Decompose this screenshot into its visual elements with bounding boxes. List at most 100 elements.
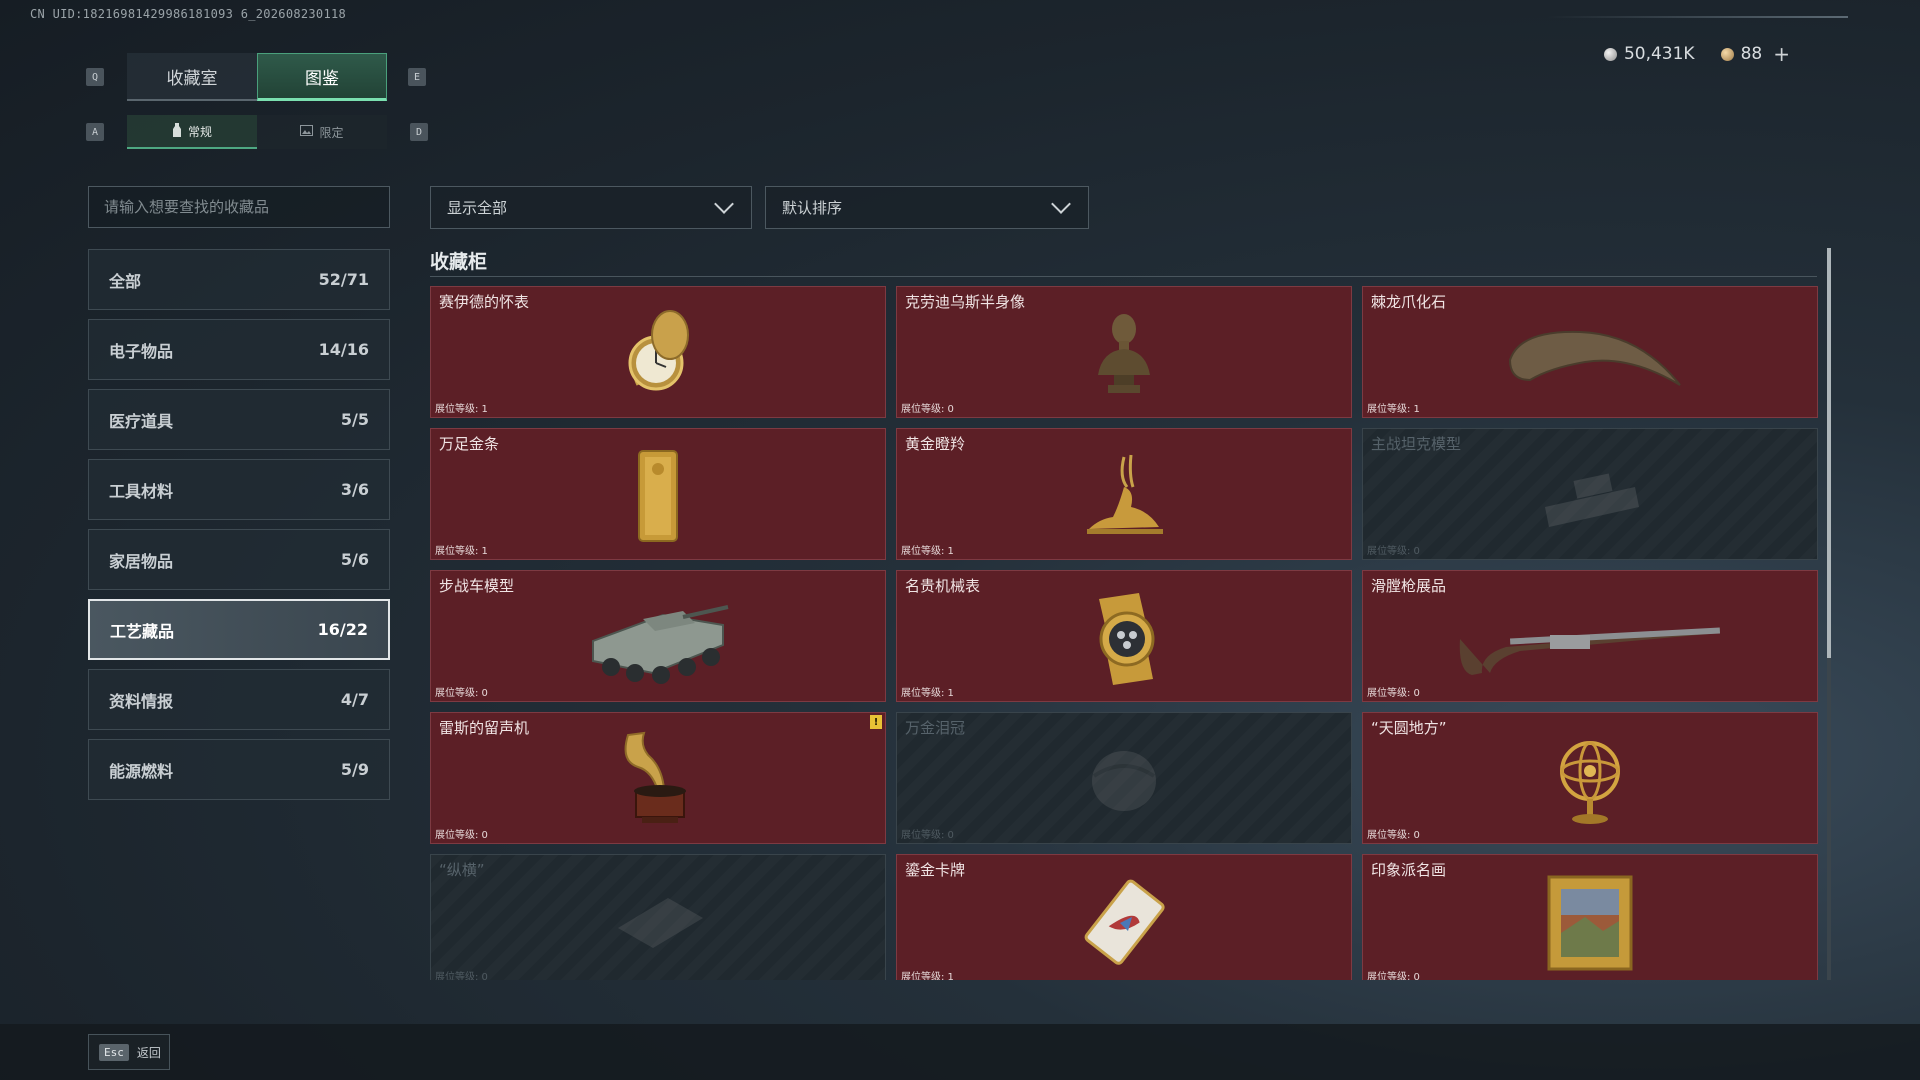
collection-card[interactable]: 步战车模型 展位等级: 0 <box>430 570 886 702</box>
search-input[interactable] <box>104 198 374 216</box>
collection-card[interactable]: “天圆地方” 展位等级: 0 <box>1362 712 1818 844</box>
collection-card[interactable]: 赛伊德的怀表 展位等级: 1 <box>430 286 886 418</box>
category-intel[interactable]: 资料情报 4/7 <box>88 669 390 730</box>
category-label: 能源燃料 <box>109 761 174 781</box>
sub-tabs: 常规 限定 <box>127 115 387 149</box>
subtab-limited[interactable]: 限定 <box>257 115 387 149</box>
collection-card[interactable]: 黄金瞪羚 展位等级: 1 <box>896 428 1352 560</box>
category-electronics[interactable]: 电子物品 14/16 <box>88 319 390 380</box>
collection-card[interactable]: 雷斯的留声机 ! 展位等级: 0 <box>430 712 886 844</box>
item-name: 名贵机械表 <box>905 577 981 595</box>
user-uid: CN UID:18216981429986181093 6_2026082301… <box>30 7 347 21</box>
item-level: 展位等级: 1 <box>1367 404 1420 415</box>
back-button[interactable]: Esc 返回 <box>88 1034 170 1070</box>
category-count: 4/7 <box>340 690 369 709</box>
collection-card[interactable]: 名贵机械表 展位等级: 1 <box>896 570 1352 702</box>
category-crafts[interactable]: 工艺藏品 16/22 <box>88 599 390 660</box>
bust-icon <box>1084 305 1164 409</box>
tab-collection-room[interactable]: 收藏室 <box>127 53 257 101</box>
key-hint-q[interactable]: Q <box>86 68 104 86</box>
key-hint-e[interactable]: E <box>408 68 426 86</box>
item-level: 展位等级: 0 <box>435 972 488 980</box>
category-fuel[interactable]: 能源燃料 5/9 <box>88 739 390 800</box>
item-name: 滑膛枪展品 <box>1371 577 1447 595</box>
tank-icon <box>1535 457 1645 541</box>
filter-dropdown[interactable]: 显示全部 <box>430 186 752 229</box>
bottom-bar <box>0 1024 1920 1080</box>
collection-card[interactable]: 主战坦克模型 展位等级: 0 <box>1362 428 1818 560</box>
category-count: 3/6 <box>340 480 369 499</box>
collection-card[interactable]: 印象派名画 展位等级: 0 <box>1362 854 1818 980</box>
armillary-icon <box>1545 731 1635 835</box>
item-name: 万足金条 <box>439 435 500 453</box>
scrollbar[interactable] <box>1827 248 1831 980</box>
image-icon <box>300 125 314 139</box>
subtab-regular-label: 常规 <box>187 124 212 139</box>
scrollbar-thumb[interactable] <box>1827 248 1831 658</box>
item-level: 展位等级: 1 <box>435 404 488 415</box>
category-label: 医疗道具 <box>109 411 174 431</box>
category-label: 工具材料 <box>109 481 174 501</box>
collection-card[interactable]: 万足金条 展位等级: 1 <box>430 428 886 560</box>
category-medical[interactable]: 医疗道具 5/5 <box>88 389 390 450</box>
bottle-icon <box>172 122 182 140</box>
category-list: 全部 52/71 电子物品 14/16 医疗道具 5/5 工具材料 3/6 家居… <box>88 249 390 809</box>
collection-card[interactable]: 鎏金卡牌 展位等级: 1 <box>896 854 1352 980</box>
sort-dropdown[interactable]: 默认排序 <box>765 186 1089 229</box>
item-level: 展位等级: 1 <box>901 546 954 557</box>
item-level: 展位等级: 0 <box>1367 688 1420 699</box>
filter-dropdown-value: 显示全部 <box>447 199 508 217</box>
collection-card[interactable]: 滑膛枪展品 展位等级: 0 <box>1362 570 1818 702</box>
subtab-limited-label: 限定 <box>319 125 344 140</box>
item-level: 展位等级: 0 <box>901 830 954 841</box>
item-name: 雷斯的留声机 <box>439 719 530 737</box>
claw-fossil-icon <box>1490 310 1690 404</box>
esc-key-hint: Esc <box>99 1043 129 1061</box>
category-count: 5/6 <box>340 550 369 569</box>
musket-icon <box>1450 599 1730 683</box>
add-currency-button[interactable]: + <box>1773 42 1790 66</box>
gold-bar-icon <box>633 447 683 551</box>
silver-coin-icon <box>1603 47 1617 61</box>
gold-coin-icon <box>1720 47 1734 61</box>
key-hint-a[interactable]: A <box>86 123 104 141</box>
category-label: 家居物品 <box>109 551 174 571</box>
category-label: 资料情报 <box>109 691 174 711</box>
collection-grid-viewport: 赛伊德的怀表 展位等级: 1 克劳迪乌斯半身像 展位等级: 0 棘龙爪化石 展位… <box>430 286 1820 980</box>
search-box[interactable] <box>88 186 390 228</box>
back-label: 返回 <box>136 1045 161 1060</box>
subtab-regular[interactable]: 常规 <box>127 115 257 149</box>
chevron-down-icon <box>714 193 734 214</box>
key-hint-d[interactable]: D <box>410 123 428 141</box>
collection-card[interactable]: “纵横” 展位等级: 0 <box>430 854 886 980</box>
item-level: 展位等级: 0 <box>435 830 488 841</box>
category-count: 52/71 <box>318 270 369 289</box>
item-level: 展位等级: 1 <box>435 546 488 557</box>
category-all[interactable]: 全部 52/71 <box>88 249 390 310</box>
item-name: 棘龙爪化石 <box>1371 293 1447 311</box>
ifv-icon <box>583 589 733 693</box>
item-level: 展位等级: 1 <box>901 688 954 699</box>
collection-card[interactable]: 棘龙爪化石 展位等级: 1 <box>1362 286 1818 418</box>
collection-card[interactable]: 万金泪冠 展位等级: 0 <box>896 712 1352 844</box>
tab-catalog[interactable]: 图鉴 <box>257 53 387 101</box>
item-name: 万金泪冠 <box>905 719 966 737</box>
collection-card[interactable]: 克劳迪乌斯半身像 展位等级: 0 <box>896 286 1352 418</box>
category-label: 电子物品 <box>109 341 174 361</box>
item-name: “纵横” <box>439 861 485 879</box>
currency-bar: 50,431K 88 + <box>1603 42 1790 66</box>
item-level: 展位等级: 0 <box>1367 830 1420 841</box>
gramophone-icon <box>618 731 698 835</box>
pocket-watch-icon <box>608 305 708 409</box>
wristwatch-icon <box>1079 589 1169 693</box>
category-household[interactable]: 家居物品 5/6 <box>88 529 390 590</box>
item-level: 展位等级: 0 <box>1367 972 1420 980</box>
item-name: 印象派名画 <box>1371 861 1447 879</box>
sort-dropdown-value: 默认排序 <box>782 199 843 217</box>
painting-icon <box>1545 873 1635 977</box>
category-label: 工艺藏品 <box>110 621 175 641</box>
main-tabs: 收藏室 图鉴 <box>127 53 387 101</box>
currency-gold-value: 88 <box>1740 44 1763 64</box>
section-divider <box>430 276 1817 277</box>
category-tools[interactable]: 工具材料 3/6 <box>88 459 390 520</box>
